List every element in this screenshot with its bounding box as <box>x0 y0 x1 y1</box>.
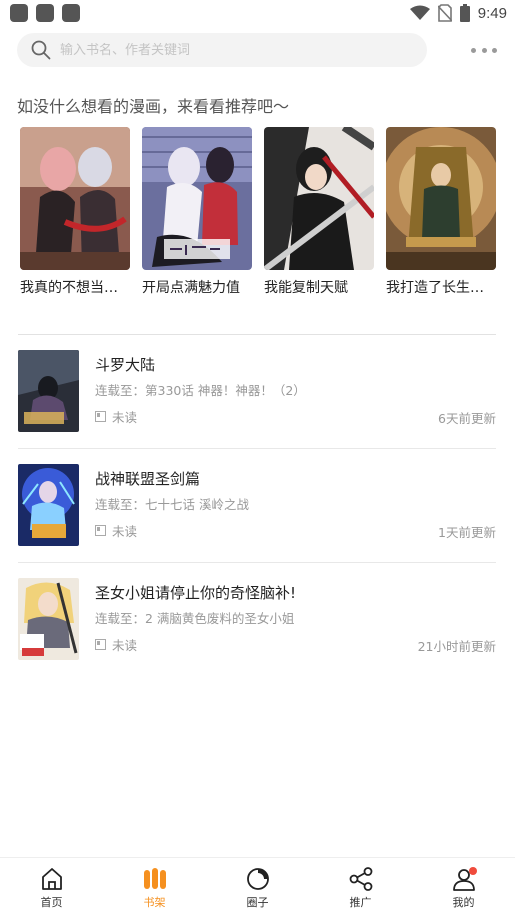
read-status-label: 未读 <box>112 524 138 539</box>
update-time: 6天前更新 <box>438 411 496 426</box>
wifi-icon <box>409 5 430 20</box>
recommend-item[interactable]: 我能复制天赋 <box>264 127 374 297</box>
update-time: 1天前更新 <box>438 525 496 540</box>
recommend-title[interactable]: 我真的不想当第一仙尊 <box>20 277 130 297</box>
update-time: 21小时前更新 <box>417 639 496 654</box>
recommend-title[interactable]: 开局点满魅力值 <box>142 277 252 297</box>
nav-label: 我的 <box>452 896 475 909</box>
comic-cover-image[interactable] <box>264 127 374 270</box>
recommend-heading: 如没什么想看的漫画，来看看推荐吧～ <box>17 97 290 116</box>
bookshelf-item[interactable]: 战神联盟圣剑篇 连载至：七十七话 溪岭之战 未读 1天前更新 <box>18 449 496 563</box>
app-notification-icon <box>36 4 54 22</box>
status-bar: 9:49 <box>0 0 515 26</box>
dot-icon <box>492 47 497 53</box>
recommend-item[interactable]: 我真的不想当第一仙尊 <box>20 127 130 297</box>
latest-chapter: 连载至：第330话 神器！神器！（2） <box>95 383 306 398</box>
recommend-title[interactable]: 我能复制天赋 <box>264 277 374 297</box>
circle-icon <box>246 868 269 890</box>
book-icon <box>95 639 106 650</box>
bookshelf-item[interactable]: 圣女小姐请停止你的奇怪脑补! 连载至：2 满脑黄色废料的圣女小姐 未读 21小时… <box>18 563 496 677</box>
book-icon <box>95 411 106 422</box>
home-icon <box>41 868 62 890</box>
comic-title[interactable]: 战神联盟圣剑篇 <box>95 468 200 489</box>
app-notification-icon <box>62 4 80 22</box>
bookshelf-icon <box>143 868 166 889</box>
read-status-label: 未读 <box>112 410 138 425</box>
nav-label: 圈子 <box>246 896 269 909</box>
read-status-label: 未读 <box>112 638 138 653</box>
nav-bookshelf[interactable]: 书架 <box>103 858 206 916</box>
bookshelf-list: 斗罗大陆 连载至：第330话 神器！神器！（2） 未读 6天前更新 战神联盟圣剑… <box>18 335 496 677</box>
comic-cover-image[interactable] <box>142 127 252 270</box>
comic-cover-image[interactable] <box>386 127 496 270</box>
dot-icon <box>471 47 476 53</box>
nav-label: 首页 <box>40 896 63 909</box>
recommend-item[interactable]: 我打造了长生俱乐部 <box>386 127 496 297</box>
notification-badge <box>469 867 477 875</box>
battery-icon <box>459 4 470 22</box>
no-sim-icon <box>437 4 452 22</box>
recommend-item[interactable]: 开局点满魅力值 <box>142 127 252 297</box>
more-options-button[interactable] <box>468 38 500 62</box>
latest-chapter: 连载至：2 满脑黄色废料的圣女小姐 <box>95 611 295 626</box>
dot-icon <box>481 47 487 53</box>
read-status: 未读 <box>95 407 137 426</box>
comic-cover-image[interactable] <box>18 464 79 546</box>
latest-chapter: 连载至：七十七话 溪岭之战 <box>95 497 249 512</box>
book-icon <box>95 525 106 536</box>
comic-cover-image[interactable] <box>20 127 130 270</box>
nav-circle[interactable]: 圈子 <box>206 858 309 916</box>
search-bar[interactable] <box>17 33 427 67</box>
recommend-list: 我真的不想当第一仙尊 开局点满魅力值 我能复制天赋 <box>20 127 500 297</box>
comic-title[interactable]: 圣女小姐请停止你的奇怪脑补! <box>95 582 296 603</box>
comic-cover-image[interactable] <box>18 350 79 432</box>
recommend-title[interactable]: 我打造了长生俱乐部 <box>386 277 496 297</box>
read-status: 未读 <box>95 521 137 540</box>
nav-profile[interactable]: 我的 <box>412 858 515 916</box>
bookshelf-item[interactable]: 斗罗大陆 连载至：第330话 神器！神器！（2） 未读 6天前更新 <box>18 335 496 449</box>
nav-home[interactable]: 首页 <box>0 858 103 916</box>
app-notification-icon <box>10 4 28 22</box>
share-icon <box>349 867 372 891</box>
read-status: 未读 <box>95 635 137 654</box>
search-input[interactable] <box>60 42 400 58</box>
comic-cover-image[interactable] <box>18 578 79 660</box>
status-time: 9:49 <box>477 4 507 22</box>
nav-promote[interactable]: 推广 <box>309 858 412 916</box>
bottom-navigation: 首页 书架 圈子 推广 我的 <box>0 857 515 916</box>
nav-label: 推广 <box>349 896 372 909</box>
search-icon <box>31 40 51 60</box>
nav-label: 书架 <box>143 896 166 909</box>
comic-title[interactable]: 斗罗大陆 <box>95 354 155 375</box>
